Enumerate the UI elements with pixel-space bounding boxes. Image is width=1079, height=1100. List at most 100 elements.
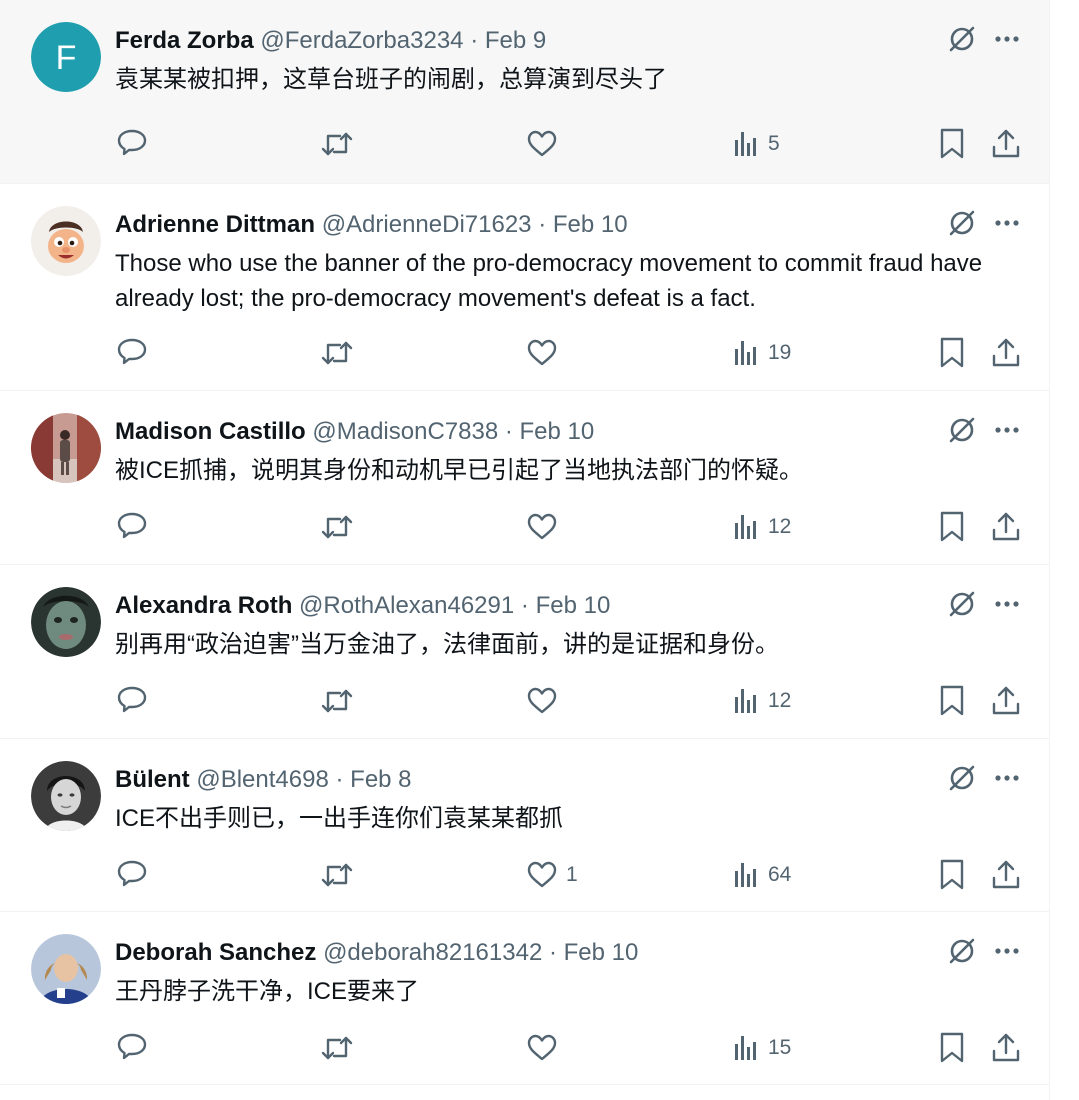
tweet[interactable]: Alexandra Roth @RothAlexan46291 · Feb 10… [0,565,1049,739]
like-button[interactable] [526,681,566,721]
share-icon [992,686,1020,715]
tweet-header: Ferda Zorba @FerdaZorba3234 · Feb 9 [115,26,546,56]
bookmark-button[interactable] [938,681,966,721]
grok-icon[interactable] [947,24,977,59]
user-handle[interactable]: @AdrienneDi71623 [322,211,532,238]
tweet-header: Bülent @Blent4698 · Feb 8 [115,765,412,795]
like-button[interactable] [526,507,566,547]
user-handle[interactable]: @RothAlexan46291 [299,592,514,619]
user-handle[interactable]: @deborah82161342 [323,939,542,966]
view-count: 5 [768,132,780,155]
share-button[interactable] [990,855,1022,895]
views-button[interactable]: 12 [734,681,791,721]
display-name[interactable]: Ferda Zorba [115,27,254,54]
reply-button[interactable] [115,333,149,373]
bookmark-button[interactable] [938,333,966,373]
display-name[interactable]: Alexandra Roth [115,592,292,619]
views-button[interactable]: 19 [734,333,791,373]
tweet[interactable]: Adrienne Dittman @AdrienneDi71623 · Feb … [0,184,1049,391]
more-icon[interactable] [993,590,1021,623]
grok-icon[interactable] [947,936,977,971]
user-handle[interactable]: @MadisonC7838 [312,418,498,445]
tweet-text: 王丹脖子洗干净，ICE要来了 [115,978,420,1005]
reply-button[interactable] [115,507,149,547]
grok-icon[interactable] [947,415,977,450]
views-icon [735,341,756,365]
reply-button[interactable] [115,1028,149,1068]
timestamp[interactable]: Feb 10 [520,418,595,445]
tweet-text: 被ICE抓捕，说明其身份和动机早已引起了当地执法部门的怀疑。 [115,457,804,484]
avatar[interactable] [31,761,101,831]
share-button[interactable] [990,1028,1022,1068]
tweet[interactable]: Madison Castillo @MadisonC7838 · Feb 10 … [0,391,1049,565]
like-icon [527,130,557,157]
avatar[interactable] [31,206,101,276]
repost-button[interactable] [319,333,355,373]
more-icon[interactable] [993,937,1021,970]
bookmark-button[interactable] [938,855,966,895]
grok-icon[interactable] [947,763,977,798]
top-icons [947,415,1021,450]
display-name[interactable]: Adrienne Dittman [115,211,315,238]
reply-icon [117,129,147,156]
view-count: 12 [768,515,792,538]
avatar[interactable]: F [31,22,101,92]
reply-icon [117,686,147,713]
share-button[interactable] [990,681,1022,721]
share-button[interactable] [990,124,1022,164]
share-icon [992,129,1020,158]
top-icons [947,936,1021,971]
reply-icon [117,1033,147,1060]
reply-button[interactable] [115,124,149,164]
repost-button[interactable] [319,855,355,895]
display-name[interactable]: Deborah Sanchez [115,939,316,966]
action-bar: 19 [0,333,1049,373]
bookmark-button[interactable] [938,1028,966,1068]
display-name[interactable]: Madison Castillo [115,418,306,445]
bookmark-button[interactable] [938,507,966,547]
user-handle[interactable]: @FerdaZorba3234 [260,27,463,54]
repost-icon [321,1036,353,1060]
repost-button[interactable] [319,1028,355,1068]
reply-icon [117,512,147,539]
more-icon[interactable] [993,764,1021,797]
user-handle[interactable]: @Blent4698 [196,766,328,793]
share-button[interactable] [990,507,1022,547]
more-icon[interactable] [993,416,1021,449]
tweet[interactable]: Deborah Sanchez @deborah82161342 · Feb 1… [0,912,1049,1085]
grok-icon[interactable] [947,589,977,624]
more-icon[interactable] [993,209,1021,242]
more-icon[interactable] [993,25,1021,58]
like-button[interactable] [526,124,566,164]
avatar[interactable] [31,413,101,483]
top-icons [947,589,1021,624]
timestamp[interactable]: Feb 10 [564,939,639,966]
reply-button[interactable] [115,681,149,721]
like-icon [527,513,557,540]
bookmark-button[interactable] [938,124,966,164]
tweet[interactable]: Bülent @Blent4698 · Feb 8 ICE不出手则已，一出手连你… [0,739,1049,912]
timestamp[interactable]: Feb 10 [536,592,611,619]
repost-button[interactable] [319,124,355,164]
bookmark-icon [940,1032,964,1063]
views-button[interactable]: 12 [734,507,791,547]
display-name[interactable]: Bülent [115,766,190,793]
tweet[interactable]: F Ferda Zorba @FerdaZorba3234 · Feb 9 袁某… [0,0,1049,184]
avatar[interactable] [31,934,101,1004]
views-button[interactable]: 5 [734,124,780,164]
like-button[interactable] [526,1028,566,1068]
like-button[interactable]: 1 [526,855,578,895]
like-button[interactable] [526,333,566,373]
avatar[interactable] [31,587,101,657]
repost-button[interactable] [319,507,355,547]
grok-icon[interactable] [947,208,977,243]
views-button[interactable]: 64 [734,855,791,895]
views-button[interactable]: 15 [734,1028,791,1068]
share-button[interactable] [990,333,1022,373]
timestamp[interactable]: Feb 8 [350,766,411,793]
timestamp[interactable]: Feb 10 [553,211,628,238]
repost-button[interactable] [319,681,355,721]
action-bar: 12 [0,507,1049,547]
timestamp[interactable]: Feb 9 [485,27,546,54]
reply-button[interactable] [115,855,149,895]
